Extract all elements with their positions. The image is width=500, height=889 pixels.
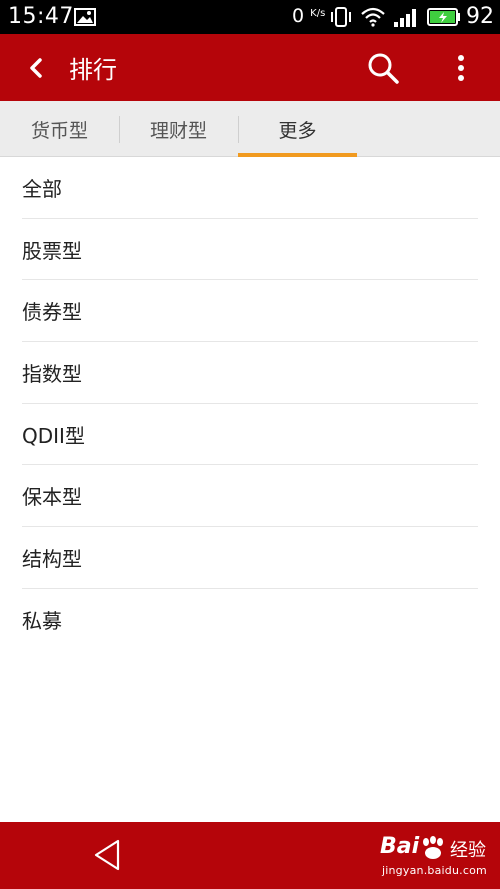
category-tabs: 货币型 理财型 更多 [0,101,500,157]
fund-type-list: 全部 股票型 债券型 指数型 QDII型 保本型 结构型 私募 [0,157,500,651]
list-item-label: 指数型 [22,361,82,386]
list-item-label: QDII型 [22,423,85,448]
search-icon[interactable] [366,51,400,85]
baidu-jingyan-watermark: Bai 经验 jingyan.baidu.com [380,834,498,882]
tab-label: 货币型 [30,119,88,142]
app-toolbar: 排行 [0,34,500,101]
page-title: 排行 [69,56,117,84]
list-item-qdii[interactable]: QDII型 [22,404,478,466]
signal-icon [394,9,416,27]
list-item-structured[interactable]: 结构型 [22,527,478,589]
image-notification-icon [74,8,96,26]
battery-level: 92 [466,4,494,29]
list-item-private[interactable]: 私募 [22,589,478,651]
wifi-icon [361,7,385,27]
back-arrow-icon[interactable] [18,52,54,84]
network-speed-value: 0 [292,5,305,27]
vibrate-icon [331,7,351,27]
baidu-brand: Bai [380,834,420,859]
tab-money-market[interactable]: 货币型 [0,101,119,157]
network-speed: 0 K/s [292,5,325,27]
list-item-label: 私募 [22,609,62,634]
list-item-label: 全部 [22,176,62,201]
tab-label: 理财型 [149,119,207,142]
battery-icon [427,8,460,26]
nav-back-triangle-icon[interactable] [92,838,124,872]
list-item-bond[interactable]: 债券型 [22,280,478,343]
tab-label: 更多 [278,119,317,142]
list-item-label: 结构型 [22,546,82,571]
watermark-url: jingyan.baidu.com [382,864,487,877]
jingyan-label: 经验 [450,840,486,861]
status-bar: 15:47 0 K/s 92 [0,0,500,34]
tab-wealth-management[interactable]: 理财型 [119,101,238,157]
system-nav-bar: Bai 经验 jingyan.baidu.com [0,822,500,889]
list-item-all[interactable]: 全部 [22,157,478,219]
paw-icon [423,836,443,859]
list-item-label: 保本型 [22,485,82,510]
status-time: 15:47 [8,4,74,29]
network-speed-unit: K/s [310,8,326,19]
overflow-menu-icon[interactable] [449,51,473,85]
list-item-label: 债券型 [22,300,82,325]
list-item-guaranteed[interactable]: 保本型 [22,465,478,528]
list-item-index[interactable]: 指数型 [22,342,478,404]
list-item-stock[interactable]: 股票型 [22,219,478,281]
list-item-label: 股票型 [22,238,82,263]
app-screen: 15:47 0 K/s 92 排行 货币型 理财型 更多 全部 股票型 债券型 … [0,0,500,889]
tab-more[interactable]: 更多 [238,101,357,157]
